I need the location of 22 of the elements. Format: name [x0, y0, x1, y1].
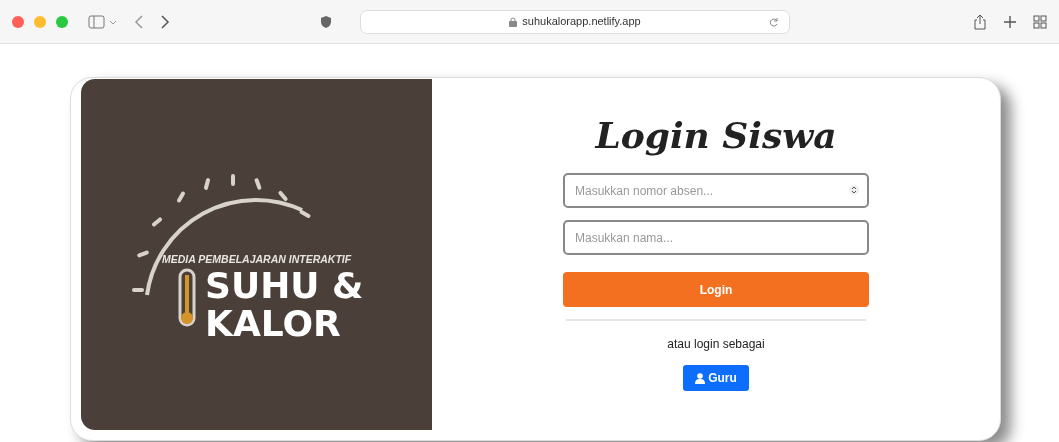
- user-icon: [695, 372, 706, 384]
- address-text: suhukalorapp.netlify.app: [522, 14, 641, 30]
- sidebar-icon[interactable]: [88, 14, 118, 29]
- plus-icon[interactable]: [1003, 14, 1017, 29]
- tabs-grid-icon[interactable]: [1033, 14, 1047, 29]
- stepper-icon[interactable]: [849, 184, 859, 197]
- back-icon[interactable]: [134, 14, 144, 29]
- forward-icon[interactable]: [160, 14, 170, 29]
- address-bar[interactable]: suhukalorapp.netlify.app: [360, 9, 790, 34]
- share-icon[interactable]: [973, 13, 987, 30]
- login-button[interactable]: Login: [563, 272, 869, 308]
- zoom-button[interactable]: [56, 15, 68, 28]
- name-field[interactable]: Masukkan nama...: [563, 220, 869, 256]
- reload-icon[interactable]: [769, 16, 779, 27]
- alternative-login-text: atau login sebagai: [667, 336, 765, 354]
- lock-icon: [509, 16, 518, 27]
- shield-icon[interactable]: [320, 14, 332, 29]
- login-title: Login Siswa: [595, 114, 837, 158]
- number-field[interactable]: Masukkan nomor absen...: [563, 173, 869, 209]
- teacher-login-button[interactable]: Guru: [683, 365, 749, 392]
- logo-tagline: MEDIA PEMBELAJARAN INTERAKTIF: [161, 252, 351, 265]
- close-button[interactable]: [12, 15, 24, 28]
